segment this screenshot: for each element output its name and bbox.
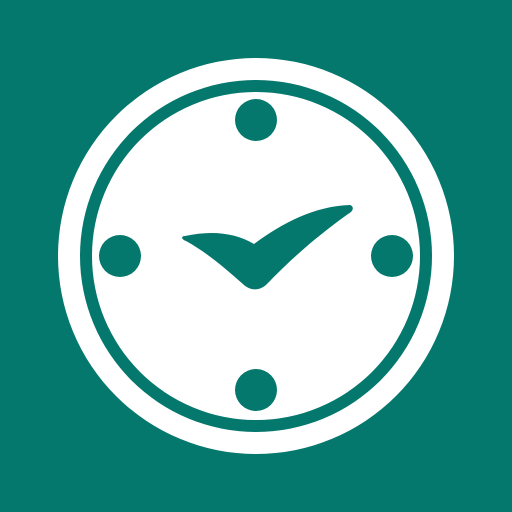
hour-marker-6 [235, 369, 277, 411]
app-icon [0, 0, 512, 512]
clock-icon [0, 0, 512, 512]
hour-marker-12 [235, 99, 277, 141]
hour-marker-3 [371, 235, 413, 277]
hour-marker-9 [99, 235, 141, 277]
